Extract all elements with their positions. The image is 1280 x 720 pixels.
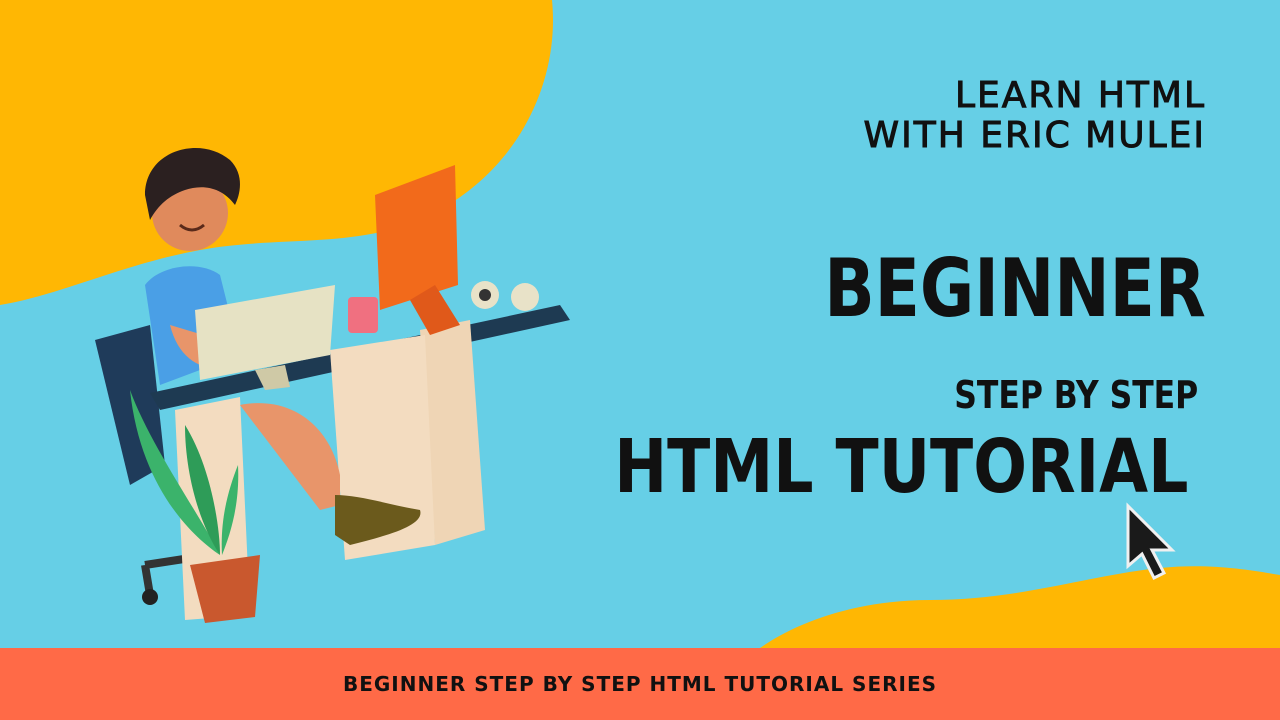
person-leg <box>240 403 340 510</box>
orange-monitor <box>375 165 458 310</box>
learn-html-heading: LEARN HTML WITH ERIC MULEI <box>863 75 1206 156</box>
mouse-pointer-icon <box>1126 502 1176 581</box>
pink-cup <box>348 297 378 333</box>
learn-line-1: LEARN HTML <box>955 75 1206 116</box>
bottom-right-yellow-blob <box>760 566 1280 648</box>
developer-at-desk-illustration <box>95 147 570 623</box>
beginner-title: BEGINNER <box>824 242 1206 335</box>
learn-line-2: WITH ERIC MULEI <box>863 115 1206 156</box>
footer-banner: BEGINNER STEP BY STEP HTML TUTORIAL SERI… <box>0 648 1280 720</box>
footer-text: BEGINNER STEP BY STEP HTML TUTORIAL SERI… <box>342 672 938 696</box>
html-tutorial-title: HTML TUTORIAL <box>613 424 1188 510</box>
step-by-step-subtitle: STEP BY STEP <box>953 373 1198 417</box>
